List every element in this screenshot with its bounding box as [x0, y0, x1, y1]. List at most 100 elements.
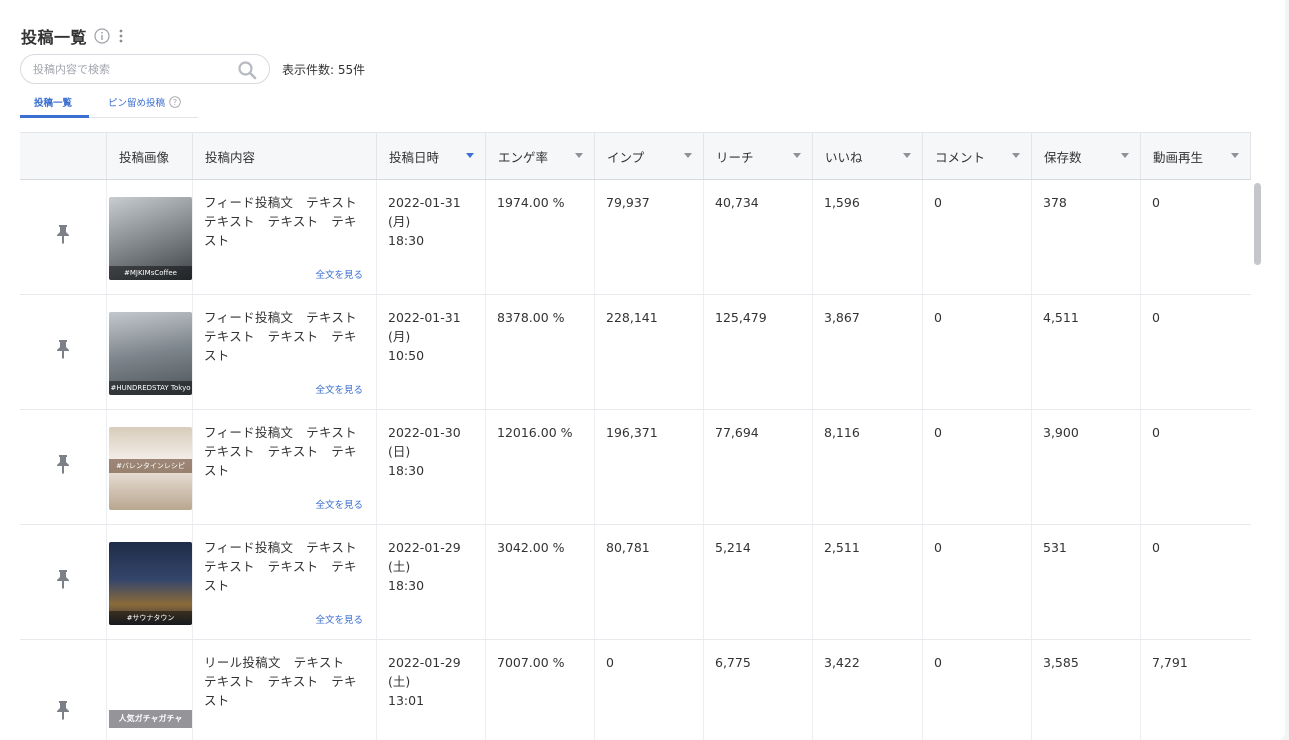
post-date: 2022-01-31	[388, 310, 461, 325]
sort-icon[interactable]	[792, 150, 802, 160]
reach-cell: 6,775	[704, 640, 813, 740]
scrollbar-thumb[interactable]	[1254, 183, 1261, 265]
column-header-engagement[interactable]: エンゲ率	[486, 133, 595, 179]
comments-cell: 0	[923, 295, 1032, 409]
reach-cell: 125,479	[704, 295, 813, 409]
post-thumbnail[interactable]: #バレンタインレシピ	[109, 427, 192, 510]
likes-cell: 2,511	[813, 525, 923, 639]
pin-icon[interactable]	[54, 224, 72, 244]
column-label: 動画再生	[1153, 149, 1204, 165]
column-header-date[interactable]: 投稿日時	[377, 133, 486, 179]
post-time: 10:50	[388, 348, 425, 363]
sort-icon[interactable]	[902, 150, 912, 160]
column-label: 投稿日時	[389, 149, 440, 165]
tab-bar: 投稿一覧 ピン留め投稿 ?	[20, 90, 198, 118]
read-more-link[interactable]: 全文を見る	[315, 381, 363, 400]
video-plays-cell: 0	[1152, 425, 1160, 440]
thumbnail-caption: #MJKIMsCoffee	[109, 266, 192, 280]
sort-icon[interactable]	[683, 150, 693, 160]
likes-cell: 3,867	[813, 295, 923, 409]
page-title: 投稿一覧	[21, 28, 88, 47]
read-more-link[interactable]: 全文を見る	[315, 266, 363, 285]
column-header-impressions[interactable]: インプ	[595, 133, 704, 179]
video-plays-cell: 0	[1152, 310, 1160, 325]
more-options-icon[interactable]	[118, 28, 124, 44]
date-cell: 2022-01-30 (日) 18:30	[377, 410, 486, 524]
pin-cell	[20, 410, 107, 524]
table-row: #サウナタウン フィード投稿文 テキスト テキスト テキスト テキスト 全文を見…	[20, 525, 1251, 640]
content-cell: フィード投稿文 テキスト テキスト テキスト テキスト 全文を見る	[193, 295, 377, 409]
read-more-link[interactable]: 全文を見る	[315, 496, 363, 515]
content-cell: フィード投稿文 テキスト テキスト テキスト テキスト 全文を見る	[193, 525, 377, 639]
search-icon[interactable]	[237, 60, 257, 80]
column-header-image: 投稿画像	[107, 133, 193, 179]
thumbnail-caption: 人気ガチャガチャ	[109, 710, 192, 728]
post-date: 2022-01-29	[388, 540, 461, 555]
content-cell: フィード投稿文 テキスト テキスト テキスト テキスト 全文を見る	[193, 180, 377, 294]
image-cell: #HUNDREDSTAY Tokyo	[107, 295, 193, 409]
engagement-cell: 3042.00 %	[486, 525, 595, 639]
column-header-comments[interactable]: コメント	[923, 133, 1032, 179]
reach-cell: 77,694	[704, 410, 813, 524]
post-weekday: (月)	[388, 329, 411, 344]
search-box	[20, 54, 270, 84]
comments-cell: 0	[923, 410, 1032, 524]
result-count: 表示件数: 55件	[282, 63, 366, 77]
content-cell: リール投稿文 テキスト テキスト テキスト テキスト	[193, 640, 377, 740]
read-more-link[interactable]: 全文を見る	[315, 611, 363, 630]
engagement-cell: 8378.00 %	[486, 295, 595, 409]
thumbnail-caption: #バレンタインレシピ	[109, 459, 192, 473]
svg-text:?: ?	[173, 98, 177, 107]
post-weekday: (土)	[388, 559, 411, 574]
sort-icon[interactable]	[1011, 150, 1021, 160]
likes-cell: 3,422	[813, 640, 923, 740]
post-content: フィード投稿文 テキスト テキスト テキスト テキスト	[204, 425, 370, 478]
column-label: 保存数	[1044, 149, 1082, 165]
sort-icon[interactable]	[1230, 150, 1240, 160]
column-header-video-plays[interactable]: 動画再生	[1141, 133, 1251, 179]
table-row: #HUNDREDSTAY Tokyo フィード投稿文 テキスト テキスト テキス…	[20, 295, 1251, 410]
pin-icon[interactable]	[54, 700, 72, 720]
sort-icon[interactable]	[574, 150, 584, 160]
post-content: フィード投稿文 テキスト テキスト テキスト テキスト	[204, 310, 370, 363]
post-weekday: (日)	[388, 444, 411, 459]
tab-all-posts[interactable]: 投稿一覧	[34, 95, 72, 109]
impressions-cell: 80,781	[595, 525, 704, 639]
column-header-saves[interactable]: 保存数	[1032, 133, 1141, 179]
impressions-cell: 79,937	[595, 180, 704, 294]
likes-cell: 8,116	[813, 410, 923, 524]
pin-icon[interactable]	[54, 339, 72, 359]
sort-desc-active-icon[interactable]	[465, 150, 475, 160]
tab-pinned-posts[interactable]: ピン留め投稿 ?	[108, 95, 181, 109]
pin-icon[interactable]	[54, 569, 72, 589]
search-input[interactable]	[33, 55, 233, 83]
post-time: 18:30	[388, 578, 425, 593]
video-plays-cell: 0	[1152, 195, 1160, 210]
post-thumbnail[interactable]: #サウナタウン	[109, 542, 192, 625]
help-icon[interactable]: ?	[169, 96, 181, 108]
post-weekday: (月)	[388, 214, 411, 229]
post-thumbnail[interactable]: #HUNDREDSTAY Tokyo	[109, 312, 192, 395]
sort-icon[interactable]	[1120, 150, 1130, 160]
column-header-reach[interactable]: リーチ	[704, 133, 813, 179]
image-cell: #バレンタインレシピ	[107, 410, 193, 524]
post-content: リール投稿文 テキスト テキスト テキスト テキスト	[204, 655, 358, 708]
engagement-cell: 7007.00 %	[486, 640, 595, 740]
post-content: フィード投稿文 テキスト テキスト テキスト テキスト	[204, 540, 370, 593]
tab-pinned-label: ピン留め投稿	[108, 98, 166, 109]
thumbnail-caption: #サウナタウン	[109, 611, 192, 625]
info-icon[interactable]	[94, 28, 110, 44]
date-cell: 2022-01-29 (土) 18:30	[377, 525, 486, 639]
column-header-pin	[20, 133, 107, 179]
column-header-likes[interactable]: いいね	[813, 133, 923, 179]
reach-cell: 40,734	[704, 180, 813, 294]
pin-cell	[20, 525, 107, 639]
pin-icon[interactable]	[54, 454, 72, 474]
post-weekday: (土)	[388, 674, 411, 689]
comments-cell: 0	[923, 525, 1032, 639]
likes-cell: 1,596	[813, 180, 923, 294]
image-cell: 人気ガチャガチャ	[107, 640, 193, 740]
post-thumbnail[interactable]: #MJKIMsCoffee	[109, 197, 192, 280]
column-label: 投稿内容	[205, 149, 256, 165]
post-thumbnail[interactable]: 人気ガチャガチャ	[109, 642, 192, 740]
